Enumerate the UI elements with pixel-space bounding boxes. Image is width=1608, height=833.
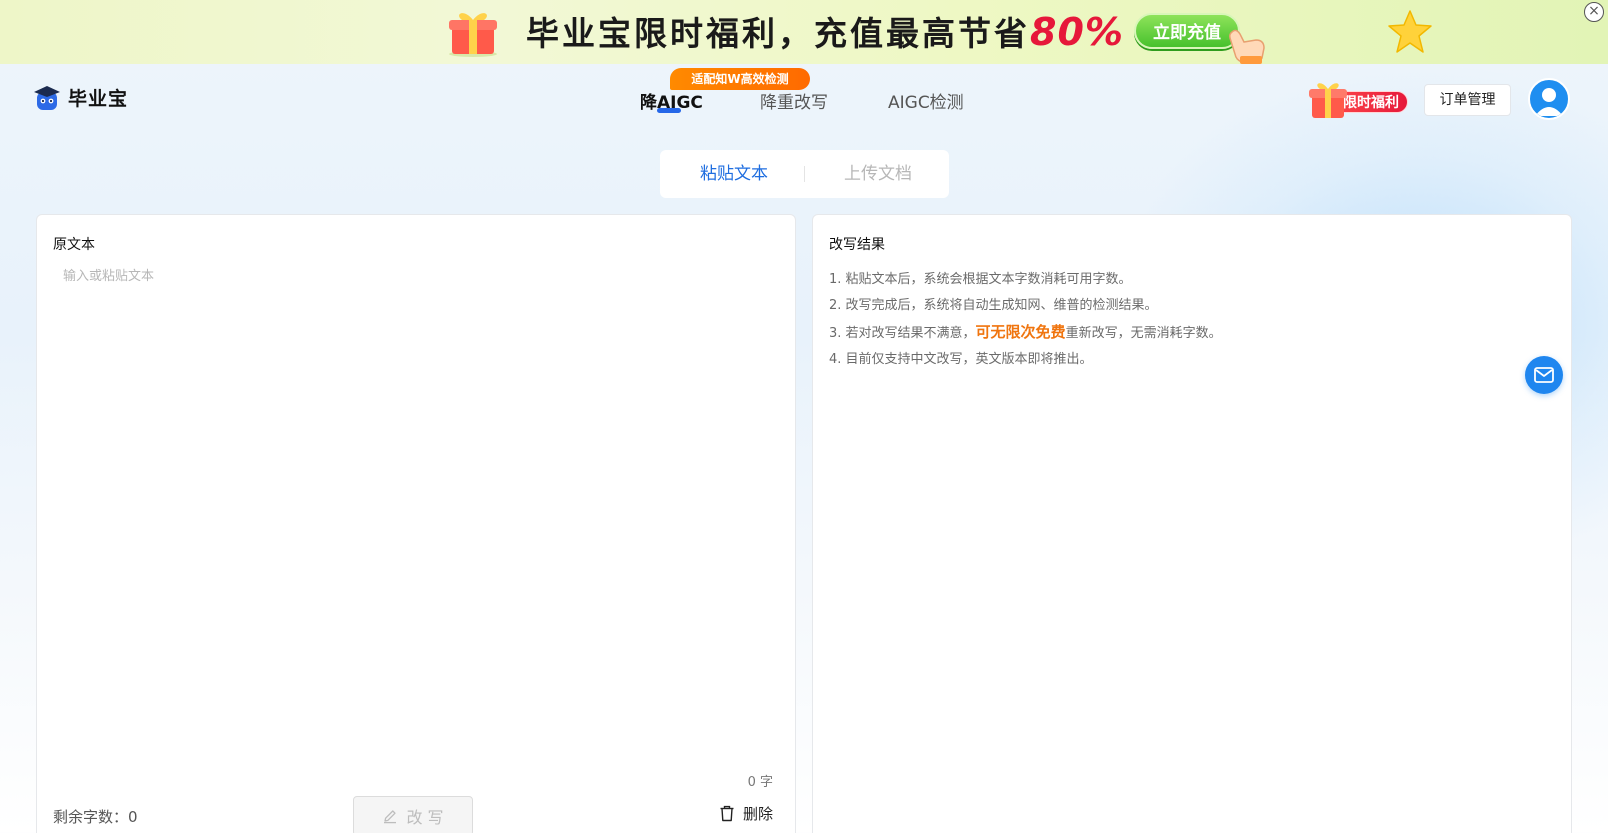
mascot-logo-icon xyxy=(34,86,60,110)
tab-divider xyxy=(804,166,805,182)
nav-item-rewrite[interactable]: 降重改写 xyxy=(760,88,828,113)
star-icon xyxy=(1388,10,1432,53)
pencil-icon xyxy=(384,810,397,824)
feedback-mail-button[interactable] xyxy=(1525,356,1563,394)
source-text-panel: 原文本 0 字 剩余字数：0 改 写 删除 xyxy=(36,214,796,833)
delete-button-label: 删除 xyxy=(742,805,773,823)
user-avatar[interactable] xyxy=(1528,78,1570,120)
pointing-hand-icon xyxy=(1229,29,1265,64)
source-text-input[interactable] xyxy=(53,259,779,759)
recharge-button[interactable]: 立即充值 xyxy=(1134,13,1240,49)
tip-item: 4. 目前仅支持中文改写，英文版本即将推出。 xyxy=(829,352,1093,367)
tab-paste-text[interactable]: 粘贴文本 xyxy=(700,150,768,198)
banner-headline: 毕业宝限时福利，充值最高节省80% xyxy=(526,10,1124,54)
remaining-value: 0 xyxy=(128,808,138,826)
close-banner-button[interactable]: × xyxy=(1584,2,1604,22)
top-header: 毕业宝 适配知W高效检测 降AIGC 降重改写 AIGC检测 限时福利 订单管理 xyxy=(0,64,1608,136)
gift-icon xyxy=(449,13,497,57)
nav-active-indicator xyxy=(657,108,681,113)
tip-item: 1. 粘贴文本后，系统会根据文本字数消耗可用字数。 xyxy=(829,272,1132,287)
nav-badge: 适配知W高效检测 xyxy=(670,68,810,90)
input-mode-tabs: 粘贴文本 上传文档 xyxy=(660,150,949,198)
rewrite-button-label: 改 写 xyxy=(406,808,444,827)
result-panel-title: 改写结果 xyxy=(829,237,885,253)
close-icon: × xyxy=(1588,3,1600,19)
order-management-button[interactable]: 订单管理 xyxy=(1424,84,1511,116)
result-panel: 改写结果 1. 粘贴文本后，系统会根据文本字数消耗可用字数。 2. 改写完成后，… xyxy=(812,214,1572,833)
tab-upload-document[interactable]: 上传文档 xyxy=(844,150,912,198)
logo-text: 毕业宝 xyxy=(68,87,129,110)
nav-item-aigc-detect[interactable]: AIGC检测 xyxy=(888,88,964,113)
banner-discount: 80% xyxy=(1030,10,1124,54)
promo-banner[interactable]: 毕业宝限时福利，充值最高节省80% 立即充值 × xyxy=(0,0,1608,64)
mail-icon xyxy=(1534,367,1554,383)
user-avatar-icon xyxy=(1535,88,1563,116)
logo[interactable]: 毕业宝 xyxy=(32,82,128,112)
word-count: 0 字 xyxy=(747,775,773,790)
tip-highlight: 可无限次免费 xyxy=(975,323,1066,341)
trash-icon xyxy=(720,805,734,822)
usage-tips: 1. 粘贴文本后，系统会根据文本字数消耗可用字数。 2. 改写完成后，系统将自动… xyxy=(829,267,1222,373)
delete-button[interactable]: 删除 xyxy=(719,803,773,824)
remaining-chars: 剩余字数：0 xyxy=(53,806,138,827)
gift-icon xyxy=(1309,83,1347,118)
rewrite-button[interactable]: 改 写 xyxy=(353,796,473,833)
tip-item: 2. 改写完成后，系统将自动生成知网、维普的检测结果。 xyxy=(829,298,1158,313)
remaining-label: 剩余字数： xyxy=(53,808,129,826)
tip-item: 3. 若对改写结果不满意，可无限次免费重新改写，无需消耗字数。 xyxy=(829,323,1222,341)
source-panel-title: 原文本 xyxy=(53,237,95,253)
